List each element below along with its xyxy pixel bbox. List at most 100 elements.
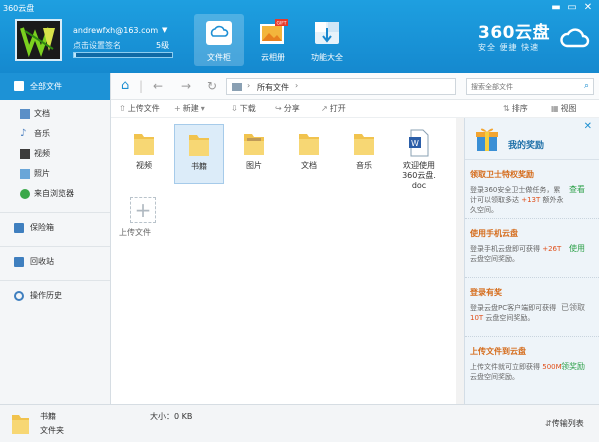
file-name: 文档 bbox=[301, 161, 317, 170]
reward-title: 上传文件到云盘 bbox=[470, 347, 526, 356]
download-button[interactable]: ⇩ 下载 bbox=[231, 103, 256, 114]
sidebar-group: 回收站 bbox=[0, 246, 110, 272]
reward-desc: 上传文件就可立即获得 500M 云盘空间奖励。 bbox=[470, 362, 565, 382]
sidebar-item-all-files[interactable]: 全部文件 bbox=[0, 73, 110, 100]
reward-action-link[interactable]: 领奖励 bbox=[561, 361, 585, 372]
sidebar-item-label: 来自浏览器 bbox=[34, 189, 74, 198]
view-button[interactable]: ▦ 视图 bbox=[551, 103, 577, 114]
search-box: ⌕ bbox=[466, 78, 594, 95]
sidebar-item-history[interactable]: 操作历史 bbox=[0, 286, 110, 306]
open-button[interactable]: ↗ 打开 bbox=[321, 103, 346, 114]
music-icon: ♪ bbox=[20, 128, 27, 139]
quota-fill bbox=[74, 53, 76, 57]
sort-button[interactable]: ⇅ 排序 bbox=[503, 103, 528, 114]
sidebar-item-photos[interactable]: 照片 bbox=[0, 164, 110, 184]
sidebar-item-video[interactable]: 视频 bbox=[0, 144, 110, 164]
reward-claimed-status: 已领取 bbox=[561, 303, 585, 312]
folder-icon bbox=[354, 134, 374, 155]
upload-label[interactable]: 上传文件 bbox=[119, 227, 151, 238]
reward-amount: +13T bbox=[521, 196, 541, 204]
reward-action-link[interactable]: 查看 bbox=[569, 184, 585, 195]
file-item[interactable]: 视频 bbox=[119, 124, 169, 184]
window-controls: ▬ ▭ ✕ bbox=[549, 2, 595, 14]
reward-title: 使用手机云盘 bbox=[470, 229, 518, 238]
reward-desc-text: 登录云盘PC客户端即可获得 bbox=[470, 304, 557, 312]
chevron-right-icon[interactable]: › bbox=[295, 81, 298, 90]
user-email[interactable]: andrewfxh@163.com bbox=[73, 26, 158, 35]
reward-item: 上传文件到云盘 上传文件就可立即获得 500M 云盘空间奖励。 领奖励 bbox=[465, 337, 599, 396]
share-button[interactable]: ↪ 分享 bbox=[275, 103, 300, 114]
video-icon bbox=[20, 149, 30, 159]
sidebar-item-safe-box[interactable]: 保险箱 bbox=[0, 218, 110, 238]
brand-slogan: 安全 便捷 快速 bbox=[478, 43, 540, 52]
reward-action-link[interactable]: 使用 bbox=[569, 243, 585, 254]
file-item[interactable]: W 欢迎使用 360云盘. doc bbox=[394, 124, 444, 194]
back-arrow-icon[interactable]: ← bbox=[153, 78, 163, 94]
status-bar: 书籍 文件夹 大小：0 KB ⇵传输列表 bbox=[0, 404, 599, 442]
user-menu-chevron-icon[interactable]: ▼ bbox=[162, 26, 167, 34]
sidebar-item-label: 音乐 bbox=[34, 129, 50, 138]
breadcrumb: › 所有文件 › bbox=[226, 78, 456, 95]
folder-icon bbox=[12, 415, 29, 434]
forward-arrow-icon[interactable]: → bbox=[181, 78, 191, 94]
file-item[interactable]: 音乐 bbox=[339, 124, 389, 184]
rewards-header: 我的奖励 ✕ bbox=[465, 118, 599, 160]
tab-label: 云相册 bbox=[261, 53, 285, 62]
vertical-scrollbar[interactable] bbox=[456, 118, 464, 404]
reward-amount: 500M bbox=[542, 363, 562, 371]
reward-title: 领取卫士特权奖励 bbox=[470, 170, 534, 179]
folder-icon bbox=[134, 134, 154, 155]
tab-photo-album[interactable]: GIFT 云相册 bbox=[248, 14, 298, 66]
sidebar-item-recycle-bin[interactable]: 回收站 bbox=[0, 252, 110, 272]
quota-bar bbox=[73, 52, 173, 58]
folder-icon bbox=[189, 135, 209, 156]
search-input[interactable] bbox=[467, 79, 575, 94]
gift-icon bbox=[476, 128, 498, 151]
reward-amount: +26T bbox=[542, 245, 562, 253]
file-item[interactable]: 书籍 bbox=[174, 124, 224, 184]
selected-name: 书籍 bbox=[40, 412, 56, 421]
sidebar-group: 操作历史 bbox=[0, 280, 110, 306]
upload-label: 上传文件 bbox=[127, 104, 160, 113]
file-name: 视频 bbox=[136, 161, 152, 170]
close-icon[interactable]: ✕ bbox=[581, 2, 595, 14]
signature-link[interactable]: 点击设置签名 bbox=[73, 40, 121, 51]
folder-icon bbox=[299, 134, 319, 155]
folder-icon bbox=[14, 81, 24, 91]
breadcrumb-item[interactable]: 所有文件 bbox=[257, 82, 289, 93]
avatar[interactable] bbox=[15, 19, 62, 61]
cloud-logo-icon bbox=[560, 28, 590, 48]
sidebar-item-documents[interactable]: 文档 bbox=[0, 104, 110, 124]
transfer-list-button[interactable]: ⇵传输列表 bbox=[545, 418, 584, 429]
home-icon[interactable]: ⌂ bbox=[121, 78, 129, 94]
file-item[interactable]: 文档 bbox=[284, 124, 334, 184]
folder-icon bbox=[244, 134, 264, 155]
sidebar-item-browser[interactable]: 来自浏览器 bbox=[0, 184, 110, 204]
tab-file-cabinet[interactable]: 文件柜 bbox=[194, 14, 244, 66]
plus-icon: + bbox=[174, 104, 181, 113]
new-button[interactable]: + 新建 ▾ bbox=[174, 103, 207, 114]
open-icon: ↗ bbox=[321, 104, 328, 113]
reward-desc-text: 登录手机云盘即可获得 bbox=[470, 245, 543, 253]
sidebar: 全部文件 文档 ♪ 音乐 视频 照片 来自浏览器 保险箱 回收站 操作历史 bbox=[0, 73, 111, 404]
maximize-icon[interactable]: ▭ bbox=[565, 2, 579, 14]
app-header: 360云盘 ▬ ▭ ✕ andrewfxh@163.com ▼ 点击设置签名 5… bbox=[0, 0, 599, 73]
search-icon[interactable]: ⌕ bbox=[584, 81, 589, 91]
reward-title: 登录有奖 bbox=[470, 288, 502, 297]
file-item[interactable]: 图片 bbox=[229, 124, 279, 184]
reward-item: 登录有奖 登录云盘PC客户端即可获得 10T 云盘空间奖励。 已领取 bbox=[465, 278, 599, 337]
divider: | bbox=[139, 79, 144, 93]
upload-button[interactable]: ⇧ 上传文件 bbox=[119, 103, 160, 114]
download-label: 下载 bbox=[239, 104, 256, 113]
tab-toolbox[interactable]: 功能大全 bbox=[302, 14, 352, 66]
folder-icon bbox=[232, 83, 242, 91]
upload-plus-button[interactable]: + bbox=[130, 197, 156, 223]
tab-label: 文件柜 bbox=[207, 53, 231, 62]
sidebar-item-music[interactable]: ♪ 音乐 bbox=[0, 124, 110, 144]
close-icon[interactable]: ✕ bbox=[584, 121, 592, 132]
rewards-title: 我的奖励 bbox=[508, 141, 545, 151]
file-name: 音乐 bbox=[356, 161, 372, 170]
sidebar-item-label: 回收站 bbox=[30, 257, 54, 266]
minimize-icon[interactable]: ▬ bbox=[549, 2, 563, 14]
refresh-icon[interactable]: ↻ bbox=[207, 78, 217, 94]
